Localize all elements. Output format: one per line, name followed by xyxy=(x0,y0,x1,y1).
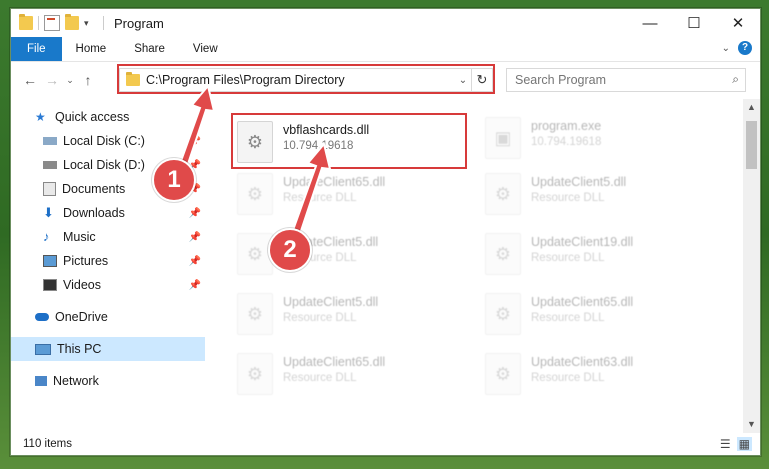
documents-icon xyxy=(43,182,56,196)
cloud-icon xyxy=(35,313,49,321)
file-item[interactable]: ⚙ UpdateClient5.dll Resource DLL xyxy=(233,287,473,339)
sidebar-item-pictures[interactable]: Pictures 📌 xyxy=(11,249,205,273)
up-button[interactable]: ↑ xyxy=(77,72,99,88)
new-folder-icon[interactable] xyxy=(65,14,79,30)
dll-file-icon: ⚙ xyxy=(237,121,273,163)
dll-file-icon: ⚙ xyxy=(237,173,273,215)
file-description: Resource DLL xyxy=(283,312,357,324)
dll-file-icon: ⚙ xyxy=(485,293,521,335)
computer-icon xyxy=(35,343,51,355)
help-icon[interactable]: ? xyxy=(738,41,752,55)
sidebar-item-music[interactable]: ♪ Music 📌 xyxy=(11,225,205,249)
dll-file-icon: ⚙ xyxy=(237,293,273,335)
sidebar-item-network[interactable]: Network xyxy=(11,369,205,393)
drive-icon xyxy=(43,161,57,169)
pin-icon[interactable]: 📌 xyxy=(189,208,201,219)
dll-file-icon: ⚙ xyxy=(237,353,273,395)
step-2-badge: 2 xyxy=(268,228,312,272)
file-item[interactable]: ⚙ UpdateClient65.dll Resource DLL xyxy=(233,347,473,399)
sidebar-item-downloads[interactable]: ⬇ Downloads 📌 xyxy=(11,201,205,225)
close-button[interactable]: ✕ xyxy=(716,9,760,37)
file-description: Resource DLL xyxy=(531,312,605,324)
item-count: 110 items xyxy=(23,438,73,450)
status-bar: 110 items ☰ ▦ xyxy=(11,433,760,455)
customize-toolbar-icon[interactable]: ▾ xyxy=(84,16,98,30)
scroll-up-icon[interactable]: ▲ xyxy=(743,99,760,116)
pin-icon[interactable]: 📌 xyxy=(189,280,201,291)
tiles-view-icon[interactable]: ▦ xyxy=(736,437,752,451)
tab-file[interactable]: File xyxy=(11,37,62,61)
step-1-badge: 1 xyxy=(152,158,196,202)
sidebar-item-onedrive[interactable]: OneDrive xyxy=(11,305,205,329)
folder-icon xyxy=(19,14,33,30)
file-description: Resource DLL xyxy=(531,192,605,204)
tab-home[interactable]: Home xyxy=(62,37,121,61)
back-button[interactable]: ← xyxy=(19,72,41,88)
maximize-button[interactable]: ☐ xyxy=(672,9,716,37)
window-title: Program xyxy=(114,15,164,31)
file-name: UpdateClient63.dll xyxy=(531,355,634,369)
scroll-down-icon[interactable]: ▼ xyxy=(743,416,760,433)
file-name: UpdateClient65.dll xyxy=(531,295,634,309)
music-icon: ♪ xyxy=(43,229,50,244)
file-name: UpdateClient5.dll xyxy=(531,175,627,189)
search-icon: ⌕ xyxy=(732,72,739,86)
file-description: Resource DLL xyxy=(283,372,357,384)
pictures-icon xyxy=(43,255,57,267)
pin-icon[interactable]: 📌 xyxy=(189,232,201,243)
exe-file-icon: ▣ xyxy=(485,117,521,159)
title-bar: ▾ Program — ☐ ✕ xyxy=(11,9,760,37)
recent-locations-icon[interactable]: ⌄ xyxy=(63,75,77,86)
vertical-scrollbar[interactable]: ▲ ▼ xyxy=(743,99,760,433)
videos-icon xyxy=(43,279,57,291)
file-name: UpdateClient5.dll xyxy=(283,295,379,309)
drive-icon xyxy=(43,137,57,145)
file-name: UpdateClient19.dll xyxy=(531,235,634,249)
file-item[interactable]: ⚙ UpdateClient63.dll Resource DLL xyxy=(481,347,721,399)
window-controls: — ☐ ✕ xyxy=(628,9,760,37)
downloads-icon: ⬇ xyxy=(43,205,54,220)
search-box[interactable]: ⌕ xyxy=(506,68,746,92)
file-name: vbflashcards.dll xyxy=(283,123,370,137)
ribbon-tabs: File Home Share View ⌄ ? xyxy=(11,37,760,62)
dll-file-icon: ⚙ xyxy=(485,353,521,395)
file-name: UpdateClient65.dll xyxy=(283,355,386,369)
network-icon xyxy=(35,376,47,386)
file-description: 10.794.19618 xyxy=(531,136,602,148)
forward-button[interactable]: → xyxy=(41,72,63,88)
minimize-button[interactable]: — xyxy=(628,9,672,37)
star-icon: ★ xyxy=(35,110,46,124)
file-item[interactable]: ⚙ UpdateClient5.dll Resource DLL xyxy=(481,167,721,219)
pin-icon[interactable]: 📌 xyxy=(189,256,201,267)
file-item[interactable]: ⚙ UpdateClient65.dll Resource DLL xyxy=(481,287,721,339)
sidebar-item-videos[interactable]: Videos 📌 xyxy=(11,273,205,297)
search-input[interactable] xyxy=(513,72,717,88)
file-item[interactable]: ▣ program.exe 10.794.19618 xyxy=(481,111,721,163)
file-item[interactable]: ⚙ UpdateClient19.dll Resource DLL xyxy=(481,227,721,279)
scroll-thumb[interactable] xyxy=(746,121,757,169)
file-item[interactable]: ⚙ UpdateClient65.dll Resource DLL xyxy=(233,167,473,219)
details-view-icon[interactable]: ☰ xyxy=(720,437,731,451)
tab-share[interactable]: Share xyxy=(120,37,179,61)
dll-file-icon: ⚙ xyxy=(485,173,521,215)
dll-file-icon: ⚙ xyxy=(485,233,521,275)
properties-icon[interactable] xyxy=(44,15,60,31)
quick-access-toolbar: ▾ xyxy=(11,14,104,31)
file-item-vbflashcards[interactable]: ⚙ vbflashcards.dll 10.794.19618 xyxy=(231,113,467,169)
tab-view[interactable]: View xyxy=(179,37,232,61)
file-description: Resource DLL xyxy=(531,372,605,384)
expand-ribbon-icon[interactable]: ⌄ xyxy=(722,43,730,54)
sidebar-item-this-pc[interactable]: This PC xyxy=(11,337,205,361)
file-name: program.exe xyxy=(531,119,602,133)
file-description: Resource DLL xyxy=(531,252,605,264)
